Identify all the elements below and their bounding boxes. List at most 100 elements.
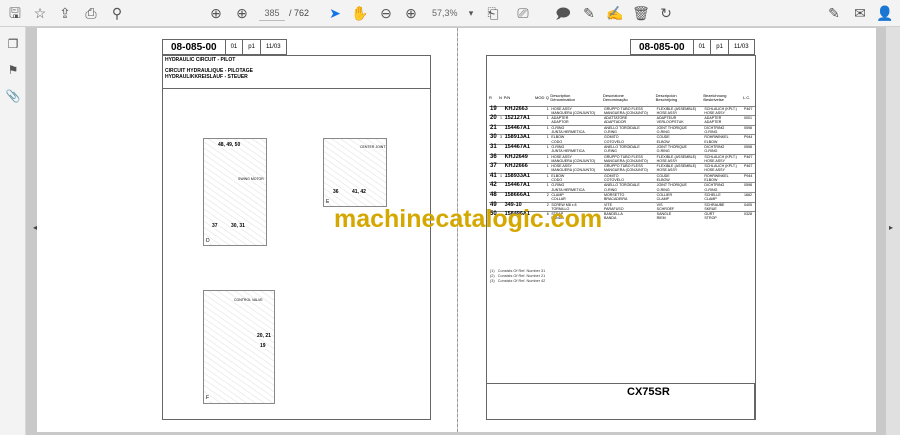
cell-d4: SCHELLE CLAMP [703,191,743,203]
cell-d1: HOSE ASSY MANGUERA (CONJUNTO) [550,153,603,164]
delete-icon[interactable]: 🗑 [632,4,650,23]
previous-page-icon[interactable]: ⊕ [207,4,225,23]
zoom-level-dropdown[interactable]: 57,3% [432,6,458,21]
cell-mod [535,124,546,135]
cell-d1: HOSE ASSY MANGUERA (CONJUNTO) [550,105,603,116]
table-row: 42 154467A1 1 O-RING JUNTA HERMETICA ANELLO … [489,182,755,193]
cell-d2: ANELLO TOROIDALE O-RING [603,124,656,135]
date: 11/03 [733,44,749,50]
expand-right-panel-icon[interactable]: ▸ [889,223,893,232]
figure-letter: F [206,395,210,401]
cell-d3: COUDE ELBOW [655,134,704,145]
model-name: CX75SR [627,386,670,398]
zoom-in-icon[interactable]: ⊕ [402,4,420,23]
callout: 19 [260,343,266,349]
page-number-input[interactable]: 385 [259,6,285,21]
cell-lc: P467 [743,163,755,174]
bookmarks-icon[interactable]: ⚑ [5,63,21,77]
search-icon[interactable]: ⚲ [108,4,126,23]
attachments-icon[interactable]: 📎 [5,89,21,103]
cell-mod [535,105,546,116]
upload-cloud-icon[interactable]: ⇪ [56,4,74,23]
table-row: 31 154467A1 1 O-RING JUNTA HERMETICA ANELLO … [489,143,755,155]
cell-d1: CLAMP COLLAR [550,191,603,203]
cell-d2: GOMITO COTOVELO [603,134,656,145]
section-code: 08-085-00 [163,40,226,54]
cell-mod [535,191,546,203]
cell-d1: O-RING JUNTA HERMETICA [550,182,603,193]
cell-d3: JOINT THORIQUE O-RING [655,182,704,193]
cell-r: 20 [489,115,499,126]
page-header: 08-085-00 01 p1 11/03 [630,39,755,55]
table-row: 20 1 152127A1 1 ADAPTER ADAPTOR ADATTATORE AD… [489,115,755,126]
cell-d2: GRUPPO TUBO FLESS MANGUERA (CONJUNTO) [603,163,656,174]
cell-mod [535,134,546,145]
rotate-icon[interactable]: ↻ [657,4,675,23]
next-page-icon[interactable]: ⊕ [233,4,251,23]
revision: 01 [694,40,712,54]
callout: 48, 49, 50 [218,142,241,148]
cell-mod [535,163,546,174]
cell-pn: 154467A1 [503,143,536,155]
cell-d2: GRUPPO TUBO FLESS MANGUERA (CONJUNTO) [603,105,656,116]
figure-letter: D [206,238,210,244]
cell-mod [535,143,546,155]
cell-mod [535,172,546,183]
page-fit-icon[interactable]: ⎗ [484,4,502,23]
scroll-mode-icon[interactable]: ⎚ [514,4,532,23]
hand-tool-icon[interactable]: ✋ [351,4,369,23]
page-total: / 762 [289,8,310,18]
save-icon[interactable]: 🖫 [6,4,24,23]
cell-d4: SCHLAUCH (KPLT.) HOSE ASSY [703,153,743,164]
right-panel-collapsed: ▸ [886,27,900,435]
callout: 20, 21 [257,333,271,339]
column-header: Descripción Beschrijving [655,93,678,103]
callout: CONTROL VALVE [234,298,263,302]
chevron-down-icon[interactable]: ▾ [462,4,480,23]
model-box: CX75SR [486,383,755,420]
callout: 37 [212,223,218,229]
left-sidebar: ❐ ⚑ 📎 ◂ [0,27,37,435]
cell-pn: KHJ2666 [503,163,536,174]
pages-icon[interactable]: ❐ [5,37,21,51]
parts-list-box: R N P/N MOD Q Description Dénomination Descriz… [486,55,756,420]
column-header: Descrizione Denominação [603,93,628,103]
cell-d2: BANDELLA BANDA [603,211,656,221]
figure-f-control-valve: CONTROL VALVE 20, 21 19 F [203,290,275,404]
cell-d3: JOINT THORIQUE O-RING [655,124,704,135]
cell-d4: ADAPTER ADAPTER [703,115,743,126]
footnotes: (1) Consists Of Ref. Number 31 (2) Consis… [490,269,545,284]
cell-d3: FLEXIBLE (ASSEMBLE) HOSE ASSY [655,163,704,174]
section-code: 08-085-00 [631,40,694,54]
cell-d2: GOMITO COTOVELO [603,172,656,183]
table-row: 37 KHJ2666 1 HOSE ASSY MANGUERA (CONJUNTO) G… [489,163,755,174]
select-cursor-icon[interactable]: ➤ [326,4,344,23]
watermark: machinecatalogic.com [334,205,603,233]
sign-icon[interactable]: ✍ [606,4,624,23]
cell-mod [535,115,546,126]
callout: CENTER JOINT [360,145,386,149]
mail-icon[interactable]: ✉ [851,4,869,23]
toolbar: 🖫 ☆ ⇪ ⎙ ⚲ ⊕ ⊕ 385 / 762 ➤ ✋ ⊖ ⊕ 57,3% ▾ … [0,0,900,27]
zoom-out-icon[interactable]: ⊖ [377,4,395,23]
callout: 36 [333,189,339,195]
comment-icon[interactable]: 🗩 [554,4,572,23]
column-header: L.C. [743,95,751,101]
print-icon[interactable]: ⎙ [82,4,100,23]
account-icon[interactable]: 👤 [876,4,894,23]
cell-d3: FLEXIBLE (ASSEMBLE) HOSE ASSY [655,105,704,116]
highlight-pen-icon[interactable]: ✎ [580,4,598,23]
cell-lc: 0001 [743,115,755,126]
fill-sign-icon[interactable]: ✎ [825,4,843,23]
cell-d1: O-RING JUNTA HERMETICA [550,124,603,135]
cell-d4: DICHTRING O-RING [703,124,743,135]
cell-d3: FLEXIBLE (ASSEMBLE) HOSE ASSY [655,153,704,164]
cell-d4: SCHLAUCH (KPLT.) HOSE ASSY [703,163,743,174]
cell-d3: JOINT THORIQUE O-RING [655,143,704,155]
revision: 01 [226,40,244,54]
cell-d1: ELBOW CODO [550,172,603,183]
bookmark-star-icon[interactable]: ☆ [31,4,49,23]
cell-d4: ROHRWINKEL ELBOW [703,134,743,145]
date: 11/03 [265,44,281,50]
cell-lc: 0598 [743,182,755,193]
